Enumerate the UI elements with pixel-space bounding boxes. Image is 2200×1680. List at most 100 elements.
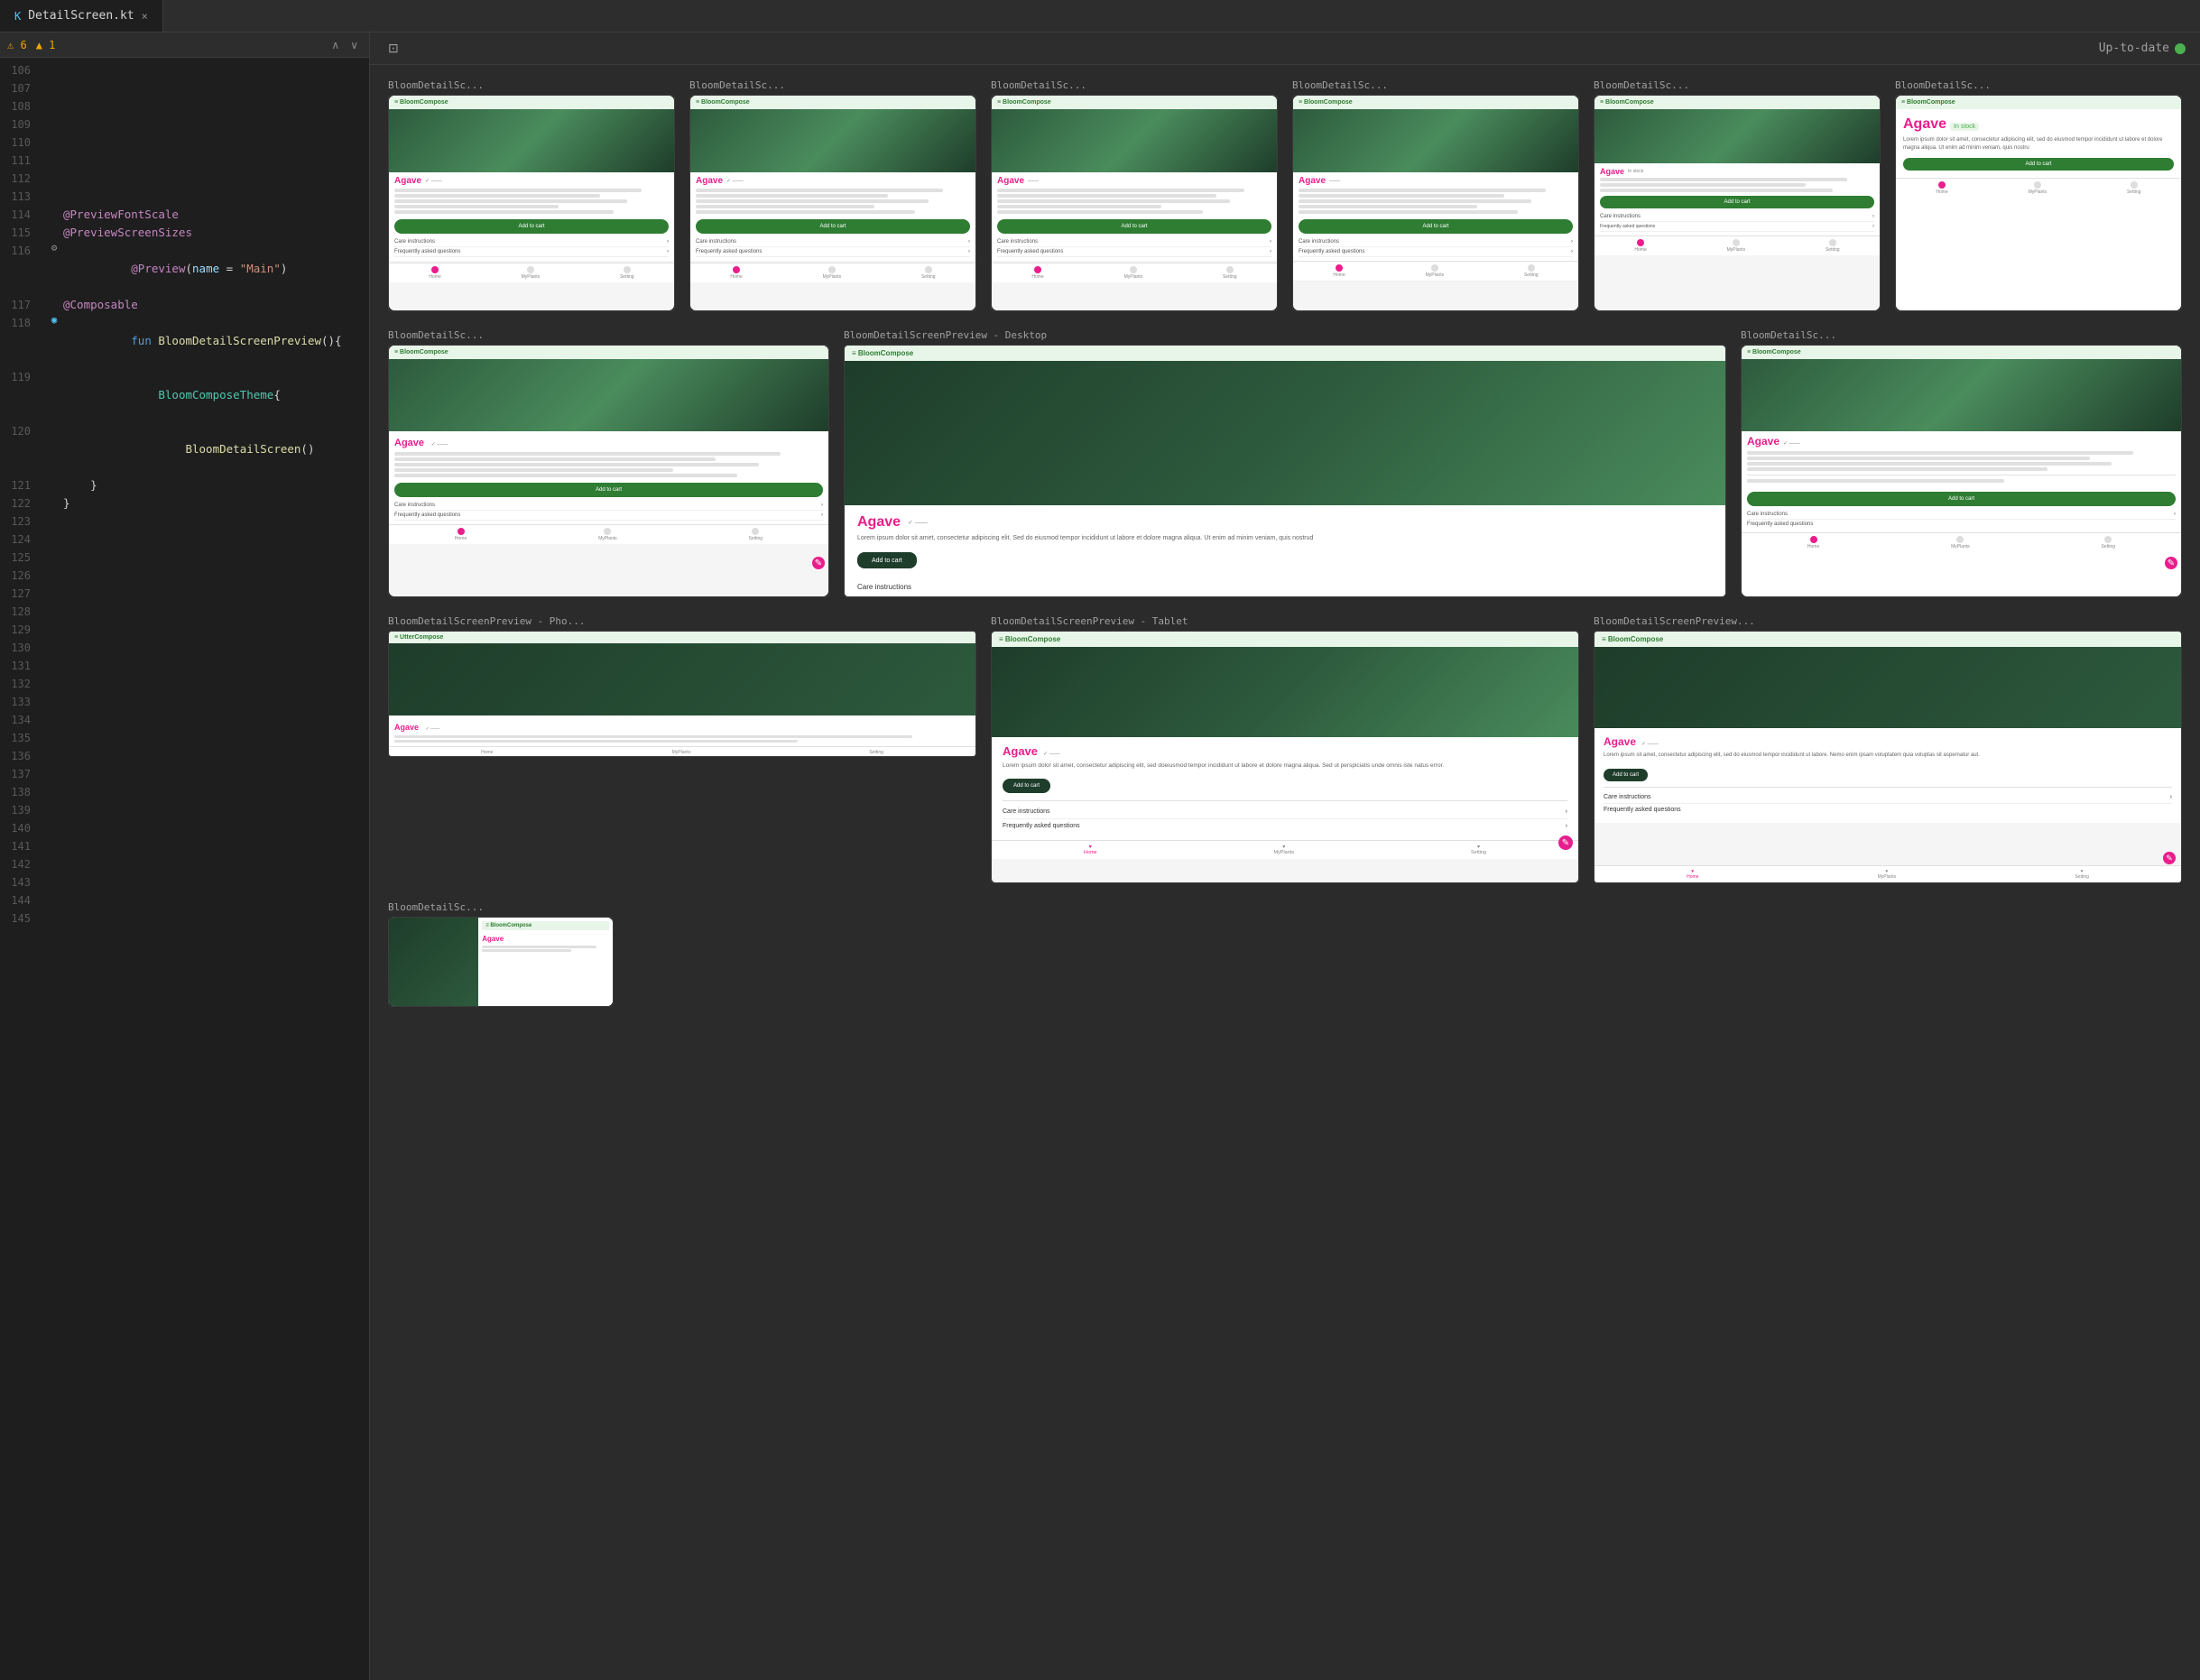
code-line-117: 117 @Composable	[0, 296, 369, 314]
code-line-145: 145	[0, 909, 369, 928]
preview-item-2[interactable]: BloomDetailSc... ≡ BloomCompose Agave ✓ …	[689, 79, 976, 311]
code-line-135: 135	[0, 729, 369, 747]
preview-status: Up-to-date	[2099, 42, 2186, 55]
preview-card-3[interactable]: ≡ BloomCompose Agave ——	[991, 95, 1278, 311]
preview-grid-row1: BloomDetailSc... ≡ BloomCompose Agave ✓ …	[388, 79, 2182, 311]
preview-label-4: BloomDetailSc...	[1292, 79, 1579, 91]
preview-toolbar: ⊡ Up-to-date	[370, 32, 2200, 65]
code-line-141: 141	[0, 837, 369, 855]
kotlin-icon: K	[14, 10, 21, 23]
code-line-121: 121 }	[0, 476, 369, 494]
preview-card-tablet-alt[interactable]: ≡ BloomCompose Agave ✓ —— Lorem ipsum si…	[1594, 631, 2182, 883]
code-line-120: 120 BloomDetailScreen()	[0, 422, 369, 476]
preview-card-1[interactable]: ≡ BloomCompose Agave ✓ ——	[388, 95, 675, 311]
error-indicator[interactable]: ⚠ 6	[7, 39, 27, 51]
code-line-116: 116 ⚙ @Preview(name = "Main")	[0, 242, 369, 296]
preview-grid-row3: BloomDetailScreenPreview - Pho... ≡ Utte…	[388, 615, 2182, 883]
code-line-138: 138	[0, 783, 369, 801]
code-line-119: 119 BloomComposeTheme{	[0, 368, 369, 422]
preview-item-6[interactable]: BloomDetailSc... ≡ BloomCompose Agave In…	[1895, 79, 2182, 311]
preview-label-desktop: BloomDetailScreenPreview - Desktop	[844, 329, 1726, 341]
code-line-122: 122 }	[0, 494, 369, 512]
code-line-108: 108	[0, 97, 369, 115]
code-navigation: ∧ ∨	[328, 37, 362, 53]
code-line-131: 131	[0, 657, 369, 675]
code-line-109: 109	[0, 115, 369, 134]
code-line-129: 129	[0, 621, 369, 639]
split-view-button[interactable]: ⊡	[384, 37, 402, 60]
gear-icon: ⚙	[51, 242, 58, 254]
preview-grid-row2: BloomDetailSc... ≡ BloomCompose Agave ✓ …	[388, 329, 2182, 597]
nav-up-button[interactable]: ∧	[328, 37, 343, 53]
code-line-142: 142	[0, 855, 369, 873]
status-dot	[2175, 43, 2186, 54]
main-content: ⚠ 6 ▲ 1 ∧ ∨ 106 107 108	[0, 32, 2200, 1680]
preview-card-tablet[interactable]: ≡ BloomCompose Agave ✓ —— Lorem ipsum do…	[991, 631, 1579, 883]
code-line-118: 118 ◉ fun BloomDetailScreenPreview(){	[0, 314, 369, 368]
preview-label-tablet-alt: BloomDetailScreenPreview...	[1594, 615, 2182, 627]
code-line-126: 126	[0, 567, 369, 585]
preview-card-6[interactable]: ≡ BloomCompose Agave In stock Lorem ipsu…	[1895, 95, 2182, 311]
preview-label-5: BloomDetailSc...	[1594, 79, 1881, 91]
preview-label-6: BloomDetailSc...	[1895, 79, 2182, 91]
code-line-107: 107	[0, 79, 369, 97]
code-line-139: 139	[0, 801, 369, 819]
code-line-134: 134	[0, 711, 369, 729]
warning-indicator[interactable]: ▲ 1	[36, 39, 56, 51]
code-line-111: 111	[0, 152, 369, 170]
preview-scroll-area[interactable]: BloomDetailSc... ≡ BloomCompose Agave ✓ …	[370, 65, 2200, 1680]
code-line-143: 143	[0, 873, 369, 891]
preview-item-tablet[interactable]: BloomDetailScreenPreview - Tablet ≡ Bloo…	[991, 615, 1579, 883]
preview-item-5[interactable]: BloomDetailSc... ≡ BloomCompose Agave In…	[1594, 79, 1881, 311]
code-line-110: 110	[0, 134, 369, 152]
preview-item-row2-right[interactable]: BloomDetailSc... ≡ BloomCompose Agave ✓ …	[1741, 329, 2182, 597]
preview-item-3[interactable]: BloomDetailSc... ≡ BloomCompose Agave ——	[991, 79, 1278, 311]
preview-item-bottom[interactable]: BloomDetailSc... ≡ BloomCompose Agave	[388, 901, 614, 1007]
code-line-132: 132	[0, 675, 369, 693]
preview-card-5[interactable]: ≡ BloomCompose Agave In stock	[1594, 95, 1881, 311]
preview-label-2: BloomDetailSc...	[689, 79, 976, 91]
preview-card-4[interactable]: ≡ BloomCompose Agave ——	[1292, 95, 1579, 311]
tab-bar: K DetailScreen.kt ×	[0, 0, 2200, 32]
preview-card-row2-left[interactable]: ≡ BloomCompose Agave ✓ ——	[388, 345, 829, 597]
preview-item-row2-left[interactable]: BloomDetailSc... ≡ BloomCompose Agave ✓ …	[388, 329, 829, 597]
code-line-127: 127	[0, 585, 369, 603]
preview-panel: ⊡ Up-to-date BloomDetailSc... ≡ BloomCom…	[370, 32, 2200, 1680]
warning-indicators: ⚠ 6 ▲ 1	[7, 39, 55, 51]
preview-card-2[interactable]: ≡ BloomCompose Agave ✓ ——	[689, 95, 976, 311]
code-line-137: 137	[0, 765, 369, 783]
code-line-112: 112	[0, 170, 369, 188]
code-line-124: 124	[0, 531, 369, 549]
preview-item-tablet-alt[interactable]: BloomDetailScreenPreview... ≡ BloomCompo…	[1594, 615, 2182, 883]
preview-card-desktop[interactable]: ≡ BloomCompose Agave ✓ —— Lorem ipsum do…	[844, 345, 1726, 597]
file-tab[interactable]: K DetailScreen.kt ×	[0, 0, 163, 32]
code-line-136: 136	[0, 747, 369, 765]
status-text: Up-to-date	[2099, 42, 2169, 55]
preview-card-bottom[interactable]: ≡ BloomCompose Agave	[388, 917, 614, 1007]
code-line-130: 130	[0, 639, 369, 657]
preview-label-phone-landscape: BloomDetailScreenPreview - Pho...	[388, 615, 976, 627]
preview-grid-row4: BloomDetailSc... ≡ BloomCompose Agave	[388, 901, 2182, 1007]
nav-down-button[interactable]: ∨	[347, 37, 362, 53]
code-line-144: 144	[0, 891, 369, 909]
code-line-113: 113	[0, 188, 369, 206]
preview-label-tablet: BloomDetailScreenPreview - Tablet	[991, 615, 1579, 627]
tab-close-button[interactable]: ×	[142, 10, 148, 23]
code-line-133: 133	[0, 693, 369, 711]
tab-filename: DetailScreen.kt	[28, 9, 134, 23]
preview-item-4[interactable]: BloomDetailSc... ≡ BloomCompose Agave ——	[1292, 79, 1579, 311]
code-panel: ⚠ 6 ▲ 1 ∧ ∨ 106 107 108	[0, 32, 370, 1680]
preview-label-3: BloomDetailSc...	[991, 79, 1278, 91]
code-line-106: 106	[0, 61, 369, 79]
preview-item-1[interactable]: BloomDetailSc... ≡ BloomCompose Agave ✓ …	[388, 79, 675, 311]
preview-toolbar-left: ⊡	[384, 37, 402, 60]
code-line-140: 140	[0, 819, 369, 837]
preview-item-phone-landscape[interactable]: BloomDetailScreenPreview - Pho... ≡ Utte…	[388, 615, 976, 883]
preview-card-row2-right[interactable]: ≡ BloomCompose Agave ✓ ——	[1741, 345, 2182, 597]
code-line-123: 123	[0, 512, 369, 531]
preview-label-1: BloomDetailSc...	[388, 79, 675, 91]
preview-item-desktop[interactable]: BloomDetailScreenPreview - Desktop ≡ Blo…	[844, 329, 1726, 597]
preview-card-phone-landscape[interactable]: ≡ UtterCompose Agave ✓ —— Home MyPlants	[388, 631, 976, 757]
code-editor[interactable]: 106 107 108 109 110	[0, 58, 369, 1680]
preview-label-bottom: BloomDetailSc...	[388, 901, 614, 913]
